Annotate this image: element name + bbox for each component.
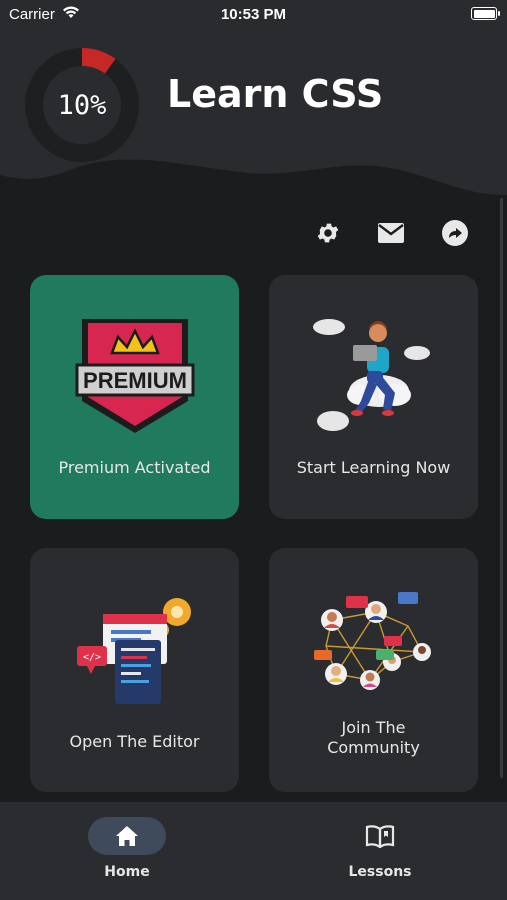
open-editor-card[interactable]: </> Open The Editor bbox=[30, 548, 239, 792]
settings-button[interactable] bbox=[313, 218, 343, 248]
premium-card-label: Premium Activated bbox=[58, 458, 211, 477]
nav-item-lessons[interactable]: Lessons bbox=[310, 802, 450, 900]
svg-text:</>: </> bbox=[82, 652, 100, 663]
open-editor-card-label: Open The Editor bbox=[69, 732, 200, 751]
progress-percentage: 10% bbox=[57, 89, 107, 121]
start-learning-card-label: Start Learning Now bbox=[296, 458, 451, 477]
gear-icon bbox=[317, 223, 339, 243]
mail-icon bbox=[378, 223, 404, 243]
nav-lessons-label: Lessons bbox=[348, 864, 412, 880]
community-card-label-line1: Join The bbox=[341, 718, 406, 737]
nav-home-active-indicator bbox=[88, 817, 166, 855]
nav-item-home[interactable]: Home bbox=[57, 802, 197, 900]
share-button[interactable] bbox=[440, 218, 470, 248]
community-illustration bbox=[313, 592, 431, 690]
book-icon bbox=[365, 825, 395, 848]
status-bar: Carrier 10:53 PM bbox=[0, 0, 507, 28]
home-icon bbox=[116, 826, 138, 846]
mail-button[interactable] bbox=[376, 218, 406, 248]
community-card-label-line2: Community bbox=[327, 738, 420, 757]
nav-home-label: Home bbox=[104, 864, 150, 880]
share-icon bbox=[442, 220, 468, 246]
premium-badge-illustration: PREMIUM bbox=[75, 319, 194, 433]
community-card[interactable]: Join The Community bbox=[269, 548, 478, 792]
start-learning-card[interactable]: Start Learning Now bbox=[269, 275, 478, 519]
battery-icon bbox=[471, 7, 500, 20]
bottom-navigation: Home Lessons bbox=[0, 802, 507, 900]
learning-illustration bbox=[312, 319, 430, 431]
premium-card[interactable]: PREMIUM Premium Activated bbox=[30, 275, 239, 519]
app-title: Learn CSS bbox=[167, 72, 384, 116]
scrollbar[interactable] bbox=[500, 198, 503, 778]
clock: 10:53 PM bbox=[220, 6, 287, 23]
premium-badge-text: PREMIUM bbox=[83, 368, 187, 393]
editor-illustration: </> bbox=[76, 598, 191, 704]
